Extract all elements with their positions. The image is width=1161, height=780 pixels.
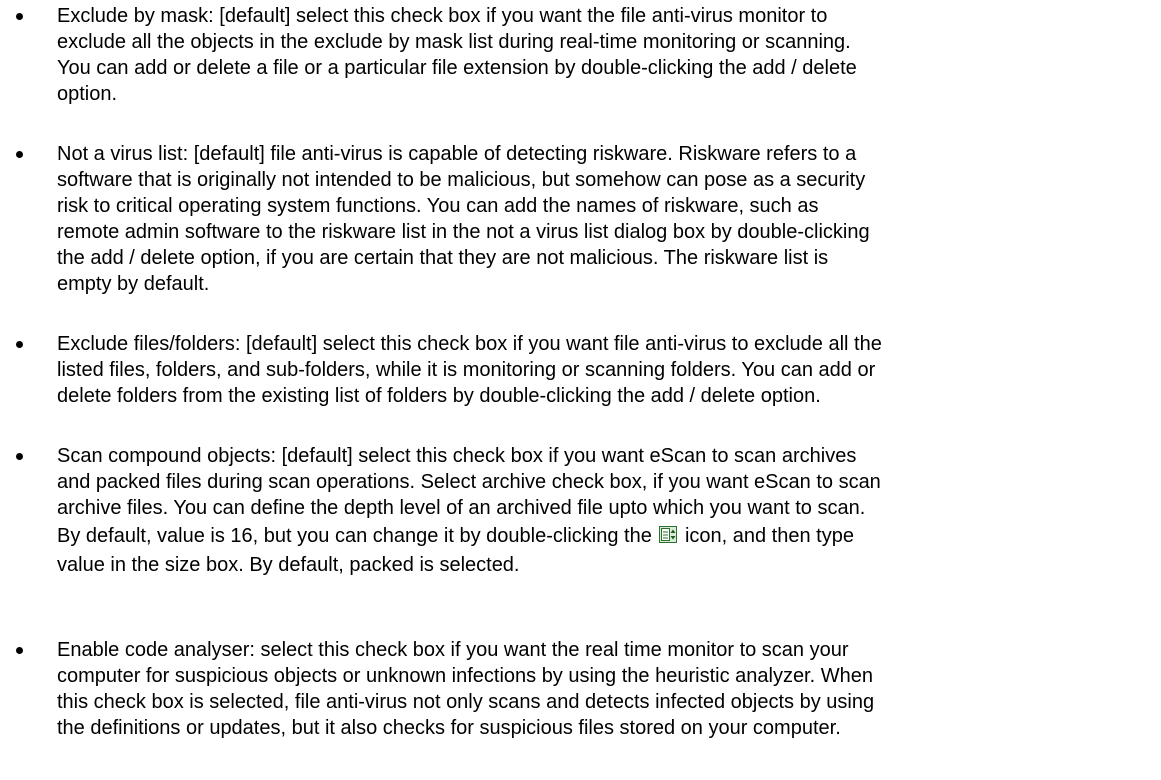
- text-line: Scan compound objects: [default] select …: [57, 445, 857, 467]
- bullet-text: Exclude files/folders: [default] select …: [57, 331, 1142, 409]
- spin-box-icon: [659, 526, 678, 543]
- text-line: archive files. You can define the depth …: [57, 497, 866, 519]
- text-line: exclude all the objects in the exclude b…: [57, 31, 851, 53]
- text-line: computer for suspicious objects or unkno…: [57, 665, 873, 687]
- text-line: You can add or delete a file or a partic…: [57, 57, 857, 79]
- text-line: empty by default.: [57, 273, 210, 295]
- bullet-icon: [16, 341, 23, 348]
- text-line: this check box is selected, file anti-vi…: [57, 691, 875, 713]
- bullet-text: Exclude by mask: [default] select this c…: [57, 3, 1142, 107]
- text-line: By default, value is 16, but you can cha…: [57, 521, 1142, 552]
- text-line: value in the size box. By default, packe…: [57, 554, 520, 576]
- bullet-text: Enable code analyser: select this check …: [57, 637, 1142, 741]
- icon-line-before: By default, value is 16, but you can cha…: [57, 525, 652, 547]
- text-line: delete folders from the existing list of…: [57, 385, 821, 407]
- text-line: risk to critical operating system functi…: [57, 195, 819, 217]
- text-line: Exclude files/folders: [default] select …: [57, 333, 882, 355]
- bullet-icon: [16, 13, 23, 20]
- text-line: Not a virus list: [default] file anti-vi…: [57, 143, 857, 165]
- bullet-icon: [16, 151, 23, 158]
- text-line: Enable code analyser: select this check …: [57, 639, 849, 661]
- document-page: Exclude by mask: [default] select this c…: [0, 0, 1161, 780]
- text-line: listed files, folders, and sub-folders, …: [57, 359, 876, 381]
- bullet-text: Not a virus list: [default] file anti-vi…: [57, 141, 1142, 297]
- bullet-icon: [16, 453, 23, 460]
- text-line: Exclude by mask: [default] select this c…: [57, 5, 828, 27]
- bullet-icon: [16, 647, 23, 654]
- text-line: option.: [57, 83, 118, 105]
- text-line: remote admin software to the riskware li…: [57, 221, 870, 243]
- text-line: the definitions or updates, but it also …: [57, 717, 841, 739]
- text-line: the add / delete option, if you are cert…: [57, 247, 829, 269]
- bullet-text: Scan compound objects: [default] select …: [57, 443, 1142, 578]
- text-line: and packed files during scan operations.…: [57, 471, 881, 493]
- icon-line-after: icon, and then type: [684, 525, 854, 547]
- text-line: software that is originally not intended…: [57, 169, 866, 191]
